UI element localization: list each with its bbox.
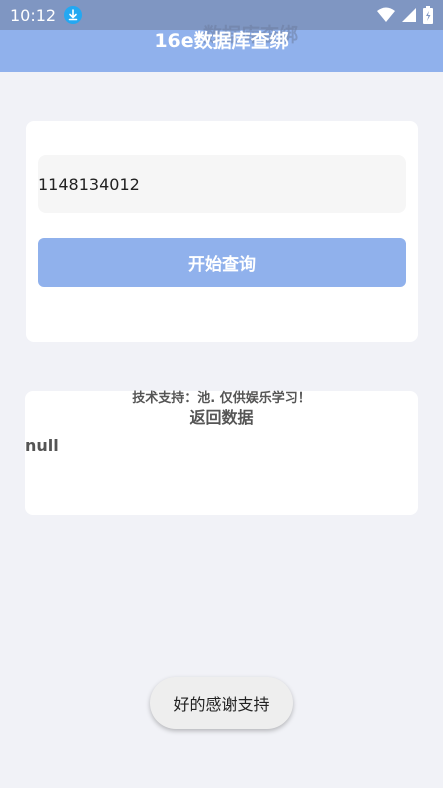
page-title: 16e数据库查绑	[154, 30, 289, 52]
query-card: 开始查询	[26, 121, 418, 342]
start-query-button[interactable]: 开始查询	[38, 238, 406, 287]
qq-number-input[interactable]	[38, 155, 406, 213]
toast-message: 好的感谢支持	[150, 677, 293, 729]
result-value: null	[25, 436, 59, 455]
result-title: 返回数据	[189, 408, 254, 427]
